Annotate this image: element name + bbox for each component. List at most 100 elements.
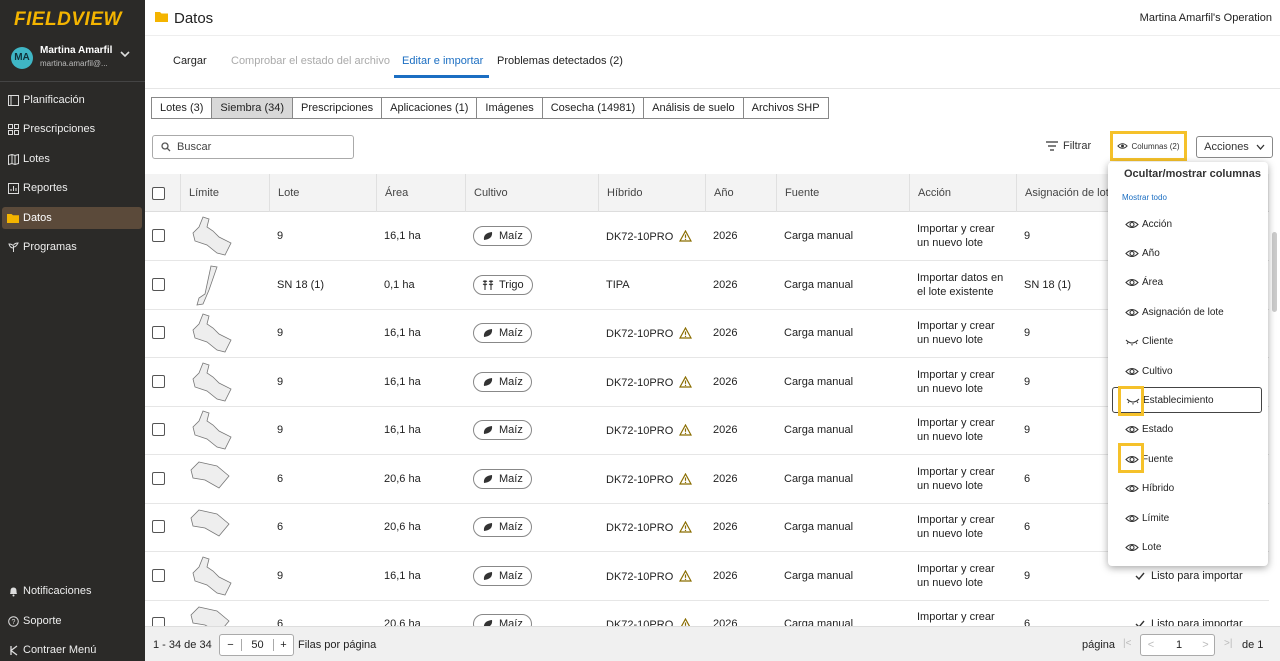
plus-icon[interactable]: + xyxy=(273,639,293,651)
eye-icon[interactable] xyxy=(1125,367,1139,376)
page-value[interactable]: 1 xyxy=(1161,639,1197,651)
warning-icon[interactable] xyxy=(679,520,693,536)
table-row[interactable]: 9 16,1 ha Maíz DK72-10PRO 2026 Carga manual Im… xyxy=(145,212,1269,261)
show-all-link[interactable]: Mostrar todo xyxy=(1122,193,1167,202)
warning-icon[interactable] xyxy=(679,229,693,245)
page-size-value[interactable]: 50 xyxy=(242,639,273,651)
table-row[interactable]: 6 20,6 ha Maíz DK72-10PRO 2026 Carga manual Im… xyxy=(145,503,1269,552)
subtab-0[interactable]: Lotes (3) xyxy=(151,97,213,119)
sidebar-item-notificaciones[interactable]: Notificaciones xyxy=(2,580,142,602)
column-header[interactable]: Híbrido xyxy=(598,174,705,212)
column-header[interactable]: Lote xyxy=(269,174,376,212)
user-menu[interactable]: MA Martina Amarfil martina.amarfil@... xyxy=(0,40,145,82)
row-checkbox[interactable] xyxy=(152,423,165,436)
warning-icon[interactable] xyxy=(679,375,693,391)
chevron-down-icon[interactable] xyxy=(120,50,130,60)
subtab-5[interactable]: Cosecha (14981) xyxy=(541,97,645,119)
row-checkbox[interactable] xyxy=(152,471,165,485)
warning-icon[interactable] xyxy=(679,569,693,585)
eye-icon[interactable] xyxy=(1125,425,1139,434)
warning-icon[interactable] xyxy=(679,617,692,626)
next-page-icon[interactable]: > xyxy=(1197,639,1214,651)
tab-cargar[interactable]: Cargar xyxy=(173,55,207,67)
sidebar-item-datos[interactable]: Datos xyxy=(2,207,142,229)
table-row[interactable]: 9 16,1 ha Maíz DK72-10PRO 2026 Carga manual Im… xyxy=(145,358,1269,407)
column-header[interactable]: Fuente xyxy=(776,174,909,212)
filter-button[interactable]: Filtrar xyxy=(1046,140,1091,152)
minus-icon[interactable]: − xyxy=(220,639,242,651)
column-header[interactable]: Límite xyxy=(180,174,269,212)
action-cell[interactable]: Importar y crear un nuevo lote xyxy=(917,513,995,541)
table-row[interactable]: SN 18 (1) 0,1 ha Trigo TIPA 2026 Carga manual… xyxy=(145,261,1269,310)
page-input[interactable]: < 1 > xyxy=(1140,634,1215,656)
table-row[interactable]: 9 16,1 ha Maíz DK72-10PRO 2026 Carga manual Im… xyxy=(145,406,1269,455)
subtab-7[interactable]: Archivos SHP xyxy=(742,97,829,119)
warning-icon[interactable] xyxy=(679,423,693,439)
table-row[interactable]: 9 16,1 ha Maíz DK72-10PRO 2026 Carga manual Im… xyxy=(145,552,1269,601)
sidebar-item-contraermen[interactable]: Contraer Menú xyxy=(2,639,142,661)
column-header[interactable]: Área xyxy=(376,174,465,212)
column-toggle-rea[interactable]: Área xyxy=(1112,270,1262,296)
eye-icon[interactable] xyxy=(1125,249,1139,258)
search-input[interactable]: Buscar xyxy=(152,135,354,159)
operation-name[interactable]: Martina Amarfil's Operation xyxy=(1140,12,1272,24)
eye-icon[interactable] xyxy=(1125,514,1139,523)
sidebar-item-soporte[interactable]: ? Soporte xyxy=(2,610,142,632)
subtab-6[interactable]: Análisis de suelo xyxy=(643,97,744,119)
subtab-1[interactable]: Siembra (34) xyxy=(211,97,293,119)
sidebar-item-lotes[interactable]: Lotes xyxy=(2,148,142,170)
column-toggle-hbrido[interactable]: Híbrido xyxy=(1112,476,1262,502)
column-toggle-ao[interactable]: Año xyxy=(1112,240,1262,266)
action-cell[interactable]: Importar y crear un nuevo lote xyxy=(917,562,995,590)
subtab-4[interactable]: Imágenes xyxy=(476,97,543,119)
action-cell[interactable]: Importar y crear un nuevo lote xyxy=(917,465,995,493)
sidebar-item-reportes[interactable]: Reportes xyxy=(2,177,142,199)
tab-problemas[interactable]: Problemas detectados (2) xyxy=(497,55,623,67)
action-cell[interactable]: Importar y crear un nuevo lote xyxy=(917,319,995,347)
table-row[interactable]: 6 20,6 ha Maíz DK72-10PRO 2026 Carga manual Im… xyxy=(145,455,1269,504)
action-cell[interactable]: Importar y crear xyxy=(917,610,995,624)
row-checkbox[interactable] xyxy=(152,617,165,626)
action-cell[interactable]: Importar y crear un nuevo lote xyxy=(917,222,995,250)
sidebar-item-programas[interactable]: Programas xyxy=(2,236,142,258)
action-cell[interactable]: Importar y crear un nuevo lote xyxy=(917,416,995,444)
action-cell[interactable]: Importar datos en el lote existente xyxy=(917,271,1003,299)
subtab-2[interactable]: Prescripciones xyxy=(292,97,383,119)
sidebar-item-planificacin[interactable]: Planificación xyxy=(2,89,142,111)
row-checkbox[interactable] xyxy=(152,326,165,339)
actions-button[interactable]: Acciones xyxy=(1196,136,1273,158)
column-toggle-estado[interactable]: Estado xyxy=(1112,417,1262,443)
row-checkbox[interactable] xyxy=(152,374,165,388)
warning-icon[interactable] xyxy=(679,326,693,342)
column-header[interactable]: Cultivo xyxy=(465,174,598,212)
column-toggle-lote[interactable]: Lote xyxy=(1112,534,1262,560)
subtab-3[interactable]: Aplicaciones (1) xyxy=(381,97,478,119)
eye-icon[interactable] xyxy=(1125,278,1139,287)
row-checkbox[interactable] xyxy=(152,568,165,582)
column-toggle-accin[interactable]: Acción xyxy=(1112,211,1262,237)
select-all-checkbox[interactable] xyxy=(152,187,165,200)
last-page-icon[interactable]: >| xyxy=(1224,638,1232,649)
column-header[interactable]: Año xyxy=(705,174,776,212)
sidebar-item-prescripciones[interactable]: Prescripciones xyxy=(2,118,142,140)
scrollbar[interactable] xyxy=(1272,232,1277,312)
eye-off-icon[interactable] xyxy=(1125,337,1139,346)
column-toggle-asignacindelote[interactable]: Asignación de lote xyxy=(1112,299,1262,325)
columns-button[interactable]: Columnas (2) xyxy=(1110,131,1187,161)
warning-icon[interactable] xyxy=(679,472,693,488)
first-page-icon[interactable]: |< xyxy=(1123,638,1131,649)
fieldview-logo[interactable]: FIELDVIEW xyxy=(14,9,122,31)
eye-icon[interactable] xyxy=(1125,484,1139,493)
column-toggle-lmite[interactable]: Límite xyxy=(1112,505,1262,531)
action-cell[interactable]: Importar y crear un nuevo lote xyxy=(917,368,995,396)
row-checkbox[interactable] xyxy=(152,229,165,242)
tab-editar-importar[interactable]: Editar e importar xyxy=(402,55,483,67)
eye-icon[interactable] xyxy=(1125,308,1139,317)
table-row[interactable]: 9 16,1 ha Maíz DK72-10PRO 2026 Carga manual Im… xyxy=(145,309,1269,358)
column-toggle-cultivo[interactable]: Cultivo xyxy=(1112,358,1262,384)
table-row[interactable]: 6 20,6 ha Maíz DK72-10PRO 2026 Carga manual Im… xyxy=(145,600,1269,626)
column-header[interactable]: Acción xyxy=(909,174,1016,212)
eye-icon[interactable] xyxy=(1125,543,1139,552)
row-checkbox[interactable] xyxy=(152,520,165,533)
eye-icon[interactable] xyxy=(1125,220,1139,229)
